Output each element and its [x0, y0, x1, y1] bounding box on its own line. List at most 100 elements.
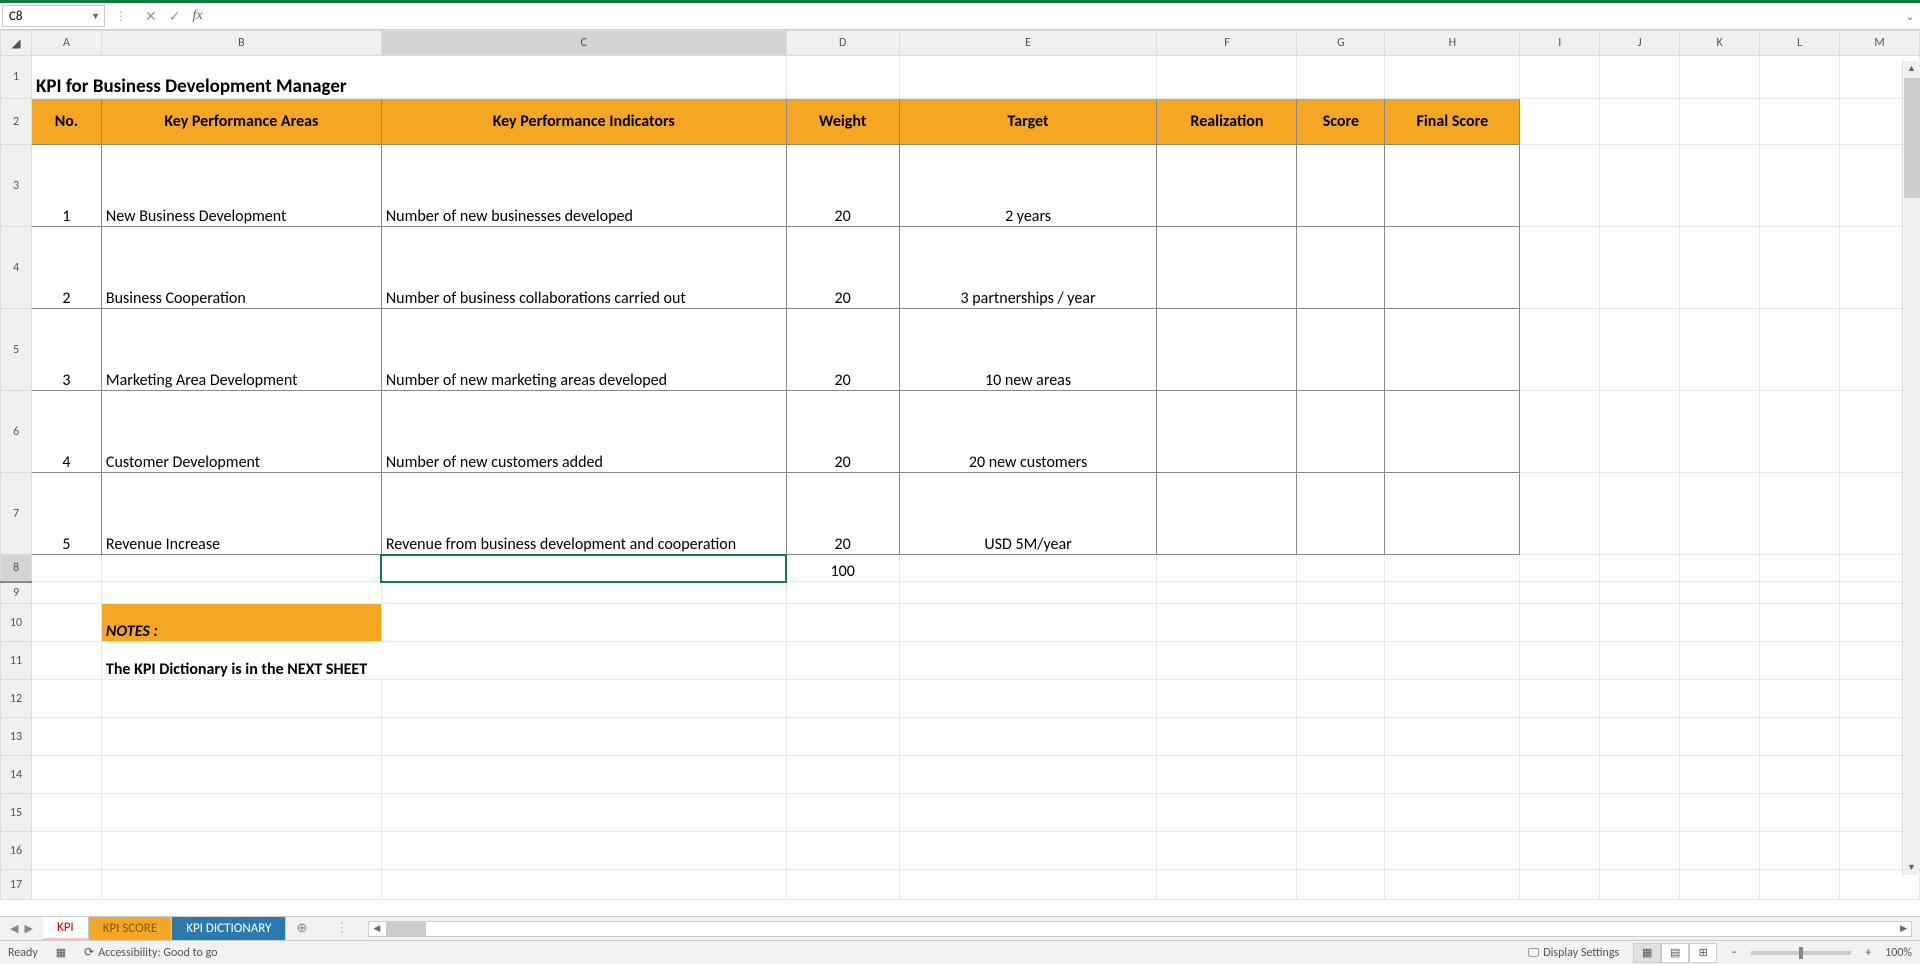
formula-expand-icon[interactable]: ⌄: [1900, 10, 1920, 23]
col-header-H[interactable]: H: [1385, 31, 1520, 56]
table-row[interactable]: [1297, 309, 1385, 391]
cell[interactable]: [101, 555, 381, 582]
fx-icon[interactable]: fx: [192, 8, 202, 24]
table-row[interactable]: 20 new customers: [899, 391, 1157, 473]
row-header-5[interactable]: 5: [1, 309, 32, 391]
new-sheet-icon[interactable]: ⊕: [286, 917, 317, 940]
table-row[interactable]: 20: [786, 309, 899, 391]
table-row[interactable]: 20: [786, 227, 899, 309]
table-row[interactable]: [1157, 473, 1297, 555]
zoom-level[interactable]: 100%: [1885, 946, 1912, 960]
table-row[interactable]: Customer Development: [101, 391, 381, 473]
header-target[interactable]: Target: [899, 99, 1157, 145]
tab-next-icon[interactable]: ▶: [24, 922, 32, 935]
table-row[interactable]: Number of new businesses developed: [381, 145, 786, 227]
col-header-J[interactable]: J: [1600, 31, 1680, 56]
table-row[interactable]: New Business Development: [101, 145, 381, 227]
horizontal-scrollbar[interactable]: ◀ ▶: [368, 921, 1912, 937]
table-row[interactable]: Business Cooperation: [101, 227, 381, 309]
header-score[interactable]: Score: [1297, 99, 1385, 145]
zoom-in-button[interactable]: +: [1865, 946, 1871, 960]
header-kpa[interactable]: Key Performance Areas: [101, 99, 381, 145]
title-cell[interactable]: KPI for Business Development Manager: [31, 56, 786, 99]
row-header-10[interactable]: 10: [1, 604, 32, 642]
tab-kpi-dictionary[interactable]: KPI DICTIONARY: [172, 917, 286, 940]
formula-input[interactable]: [211, 5, 1900, 27]
cell[interactable]: [31, 555, 101, 582]
row-header-11[interactable]: 11: [1, 642, 32, 680]
accessibility-status[interactable]: ⟳ Accessibility: Good to go: [84, 945, 217, 960]
scroll-right-icon[interactable]: ▶: [1896, 923, 1911, 934]
macro-record-icon[interactable]: ▦: [56, 946, 66, 959]
col-header-D[interactable]: D: [786, 31, 899, 56]
table-row[interactable]: [1157, 309, 1297, 391]
row-header-14[interactable]: 14: [1, 756, 32, 794]
tab-prev-icon[interactable]: ◀: [10, 922, 18, 935]
row-header-13[interactable]: 13: [1, 718, 32, 756]
confirm-icon[interactable]: ✓: [169, 8, 181, 25]
row-header-9[interactable]: 9: [1, 582, 32, 604]
header-final[interactable]: Final Score: [1385, 99, 1520, 145]
scroll-left-icon[interactable]: ◀: [369, 923, 384, 934]
table-row[interactable]: 2: [31, 227, 101, 309]
notes-text[interactable]: The KPI Dictionary is in the NEXT SHEET: [101, 642, 786, 680]
table-row[interactable]: [1297, 227, 1385, 309]
tab-resize-handle[interactable]: ⋮: [325, 921, 358, 936]
table-row[interactable]: USD 5M/year: [899, 473, 1157, 555]
row-header-4[interactable]: 4: [1, 227, 32, 309]
header-realization[interactable]: Realization: [1157, 99, 1297, 145]
table-row[interactable]: Revenue Increase: [101, 473, 381, 555]
col-header-A[interactable]: A: [31, 31, 101, 56]
vscroll-thumb[interactable]: [1904, 78, 1920, 198]
zoom-slider[interactable]: [1751, 951, 1851, 955]
table-row[interactable]: 20: [786, 473, 899, 555]
table-row[interactable]: [1385, 473, 1520, 555]
col-header-B[interactable]: B: [101, 31, 381, 56]
table-row[interactable]: [1297, 145, 1385, 227]
display-settings-button[interactable]: 🖵 Display Settings: [1528, 946, 1619, 960]
table-row[interactable]: 4: [31, 391, 101, 473]
cancel-icon[interactable]: ✕: [145, 8, 157, 25]
table-row[interactable]: [1385, 145, 1520, 227]
table-row[interactable]: 3: [31, 309, 101, 391]
view-page-break-icon[interactable]: ⊞: [1689, 943, 1717, 963]
scroll-up-icon[interactable]: ▲: [1907, 61, 1916, 76]
col-header-C[interactable]: C: [381, 31, 786, 56]
hscroll-thumb[interactable]: [386, 922, 426, 936]
cell-C8-selected[interactable]: [381, 555, 786, 582]
scroll-down-icon[interactable]: ▼: [1907, 860, 1916, 875]
view-normal-icon[interactable]: ▦: [1633, 943, 1661, 963]
select-all-corner[interactable]: ◢: [1, 31, 32, 56]
table-row[interactable]: Number of new marketing areas developed: [381, 309, 786, 391]
table-row[interactable]: 3 partnerships / year: [899, 227, 1157, 309]
col-header-L[interactable]: L: [1760, 31, 1840, 56]
vertical-scrollbar[interactable]: ▲ ▼: [1902, 61, 1920, 875]
table-row[interactable]: [1157, 391, 1297, 473]
col-header-K[interactable]: K: [1680, 31, 1760, 56]
row-header-12[interactable]: 12: [1, 680, 32, 718]
table-row[interactable]: 20: [786, 391, 899, 473]
table-row[interactable]: Marketing Area Development: [101, 309, 381, 391]
spreadsheet-grid[interactable]: ◢ A B C D E F G H I J K L M 1 KPI for Bu…: [0, 30, 1920, 900]
table-row[interactable]: 2 years: [899, 145, 1157, 227]
table-row[interactable]: 10 new areas: [899, 309, 1157, 391]
row-header-17[interactable]: 17: [1, 870, 32, 900]
table-row[interactable]: Number of business collaborations carrie…: [381, 227, 786, 309]
table-row[interactable]: Number of new customers added: [381, 391, 786, 473]
col-header-I[interactable]: I: [1520, 31, 1600, 56]
zoom-out-button[interactable]: −: [1731, 946, 1737, 960]
name-box[interactable]: C8 ▼: [2, 5, 105, 27]
header-no[interactable]: No.: [31, 99, 101, 145]
col-header-G[interactable]: G: [1297, 31, 1385, 56]
tab-kpi[interactable]: KPI: [43, 917, 89, 940]
row-header-2[interactable]: 2: [1, 99, 32, 145]
total-weight[interactable]: 100: [786, 555, 899, 582]
table-row[interactable]: [1157, 227, 1297, 309]
row-header-7[interactable]: 7: [1, 473, 32, 555]
row-header-3[interactable]: 3: [1, 145, 32, 227]
row-header-6[interactable]: 6: [1, 391, 32, 473]
table-row[interactable]: [1297, 473, 1385, 555]
row-header-8[interactable]: 8: [1, 555, 32, 582]
col-header-E[interactable]: E: [899, 31, 1157, 56]
table-row[interactable]: [1297, 391, 1385, 473]
